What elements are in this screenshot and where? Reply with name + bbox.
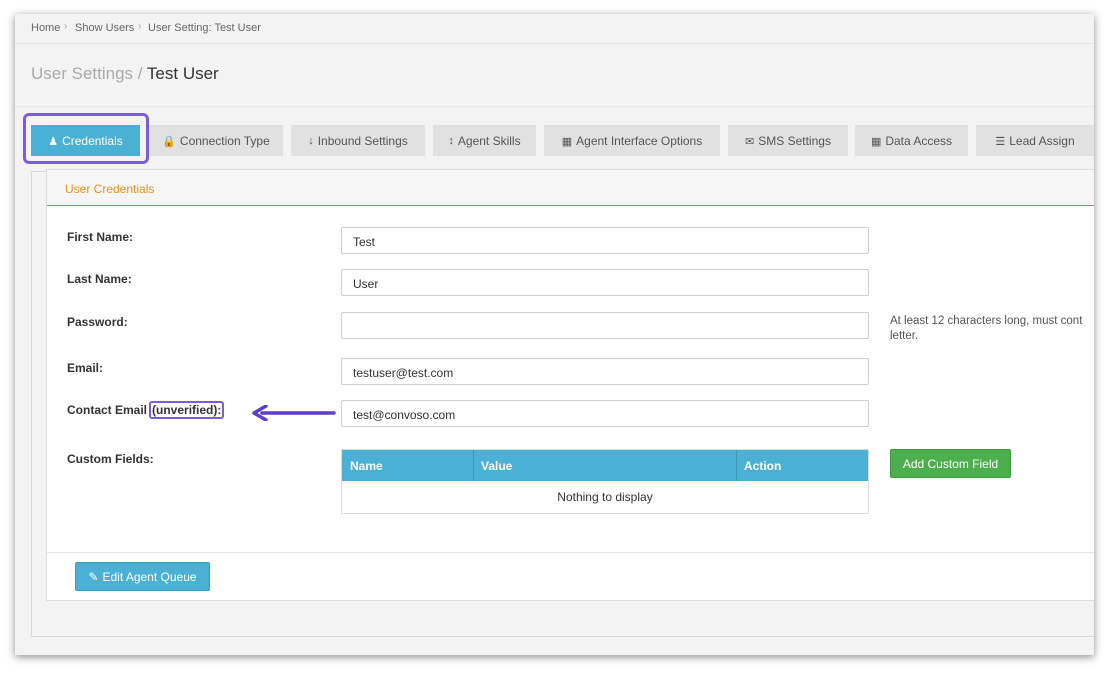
column-header-name[interactable]: Name (350, 459, 383, 473)
tab-label: Agent Interface Options (576, 134, 703, 148)
arrows-vertical-icon: ↕ (448, 135, 454, 147)
email-label: Email: (67, 361, 104, 375)
page-title: User Settings / Test User (31, 64, 219, 84)
tab-label: Agent Skills (457, 134, 521, 148)
lock-icon: 🔒 (162, 135, 176, 148)
tab-label: Inbound Settings (317, 134, 408, 148)
edit-agent-queue-label: Edit Agent Queue (102, 569, 197, 584)
panel-divider (47, 552, 1094, 553)
breadcrumb-home[interactable]: Home (31, 22, 60, 34)
breadcrumb-show-users[interactable]: Show Users (75, 22, 134, 34)
column-divider (736, 450, 737, 481)
password-input[interactable] (341, 312, 869, 339)
custom-fields-table: Name Value Action Nothing to display (341, 449, 869, 514)
list-icon: ☰ (995, 135, 1006, 148)
table-empty-message: Nothing to display (557, 490, 653, 504)
arrow-down-icon: ↓ (308, 135, 314, 147)
envelope-icon: ✉ (745, 135, 755, 148)
contact-email-label: Contact Email (unverified): (67, 401, 225, 419)
grid-icon: ▦ (561, 135, 573, 148)
tab-inbound-settings[interactable]: ↓ Inbound Settings (291, 125, 425, 156)
first-name-label: First Name: (67, 230, 134, 244)
column-divider (473, 450, 474, 481)
breadcrumb: Home › Show Users › User Setting: Test U… (15, 14, 1094, 44)
breadcrumb-separator: › (138, 21, 142, 32)
user-credentials-panel: User Credentials First Name: Test Last N… (46, 169, 1094, 601)
tab-agent-skills[interactable]: ↕ Agent Skills (433, 125, 536, 156)
tab-label: SMS Settings (758, 134, 831, 148)
page-title-name: Test User (146, 64, 219, 83)
unverified-tag: (unverified): (149, 401, 225, 419)
breadcrumb-separator: › (64, 21, 68, 32)
tab-lead-assign[interactable]: ☰ Lead Assign (976, 125, 1094, 156)
grid-icon: ▦ (870, 135, 882, 148)
custom-fields-label: Custom Fields: (67, 452, 154, 466)
email-input[interactable]: testuser@test.com (341, 358, 869, 385)
last-name-input[interactable]: User (341, 269, 869, 296)
tab-connection-type[interactable]: 🔒 Connection Type (149, 125, 283, 156)
panel-header: User Credentials (47, 170, 1094, 206)
password-hint-line: At least 12 characters long, must cont (890, 315, 1083, 327)
password-label: Password: (67, 315, 128, 329)
password-hint-line: letter. (890, 330, 919, 342)
app-window: Home › Show Users › User Setting: Test U… (15, 14, 1094, 655)
column-header-value[interactable]: Value (481, 459, 512, 473)
tab-label: Lead Assign (1009, 134, 1075, 148)
table-header: Name Value Action (342, 450, 868, 481)
add-custom-field-button[interactable]: Add Custom Field (890, 449, 1011, 478)
column-header-action[interactable]: Action (744, 459, 781, 473)
tab-data-access[interactable]: ▦ Data Access (855, 125, 968, 156)
annotation-highlight-box (23, 113, 149, 164)
tab-label: Connection Type (179, 134, 270, 148)
password-hint: At least 12 characters long, must cont l… (890, 314, 1094, 344)
edit-agent-queue-button[interactable]: ✎ Edit Agent Queue (75, 562, 210, 591)
first-name-input[interactable]: Test (341, 227, 869, 254)
tab-agent-interface-options[interactable]: ▦ Agent Interface Options (544, 125, 720, 156)
tab-sms-settings[interactable]: ✉ SMS Settings (728, 125, 848, 156)
last-name-label: Last Name: (67, 272, 132, 286)
annotation-arrow-icon (252, 405, 336, 421)
contact-email-label-text: Contact Email (67, 403, 148, 417)
panel-title: User Credentials (65, 182, 155, 196)
breadcrumb-current: User Setting: Test User (148, 22, 261, 34)
page-title-prefix: User Settings / (31, 64, 143, 83)
tab-label: Data Access (885, 134, 953, 148)
contact-email-input[interactable]: test@convoso.com (341, 400, 869, 427)
edit-icon: ✎ (88, 569, 99, 584)
